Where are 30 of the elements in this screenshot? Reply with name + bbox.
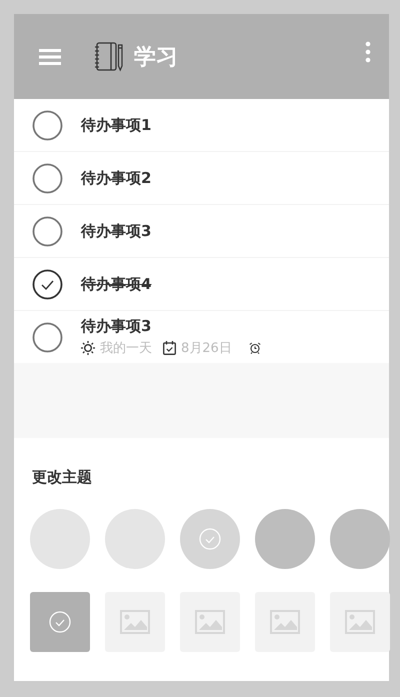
image-icon <box>270 610 300 634</box>
list-title: 学习 <box>134 44 178 72</box>
checkbox[interactable] <box>32 110 63 140</box>
calendar-icon <box>163 341 176 355</box>
task-title[interactable]: 待办事项3 <box>81 317 261 336</box>
image-icon <box>195 610 225 634</box>
task-title[interactable]: 待办事项1 <box>81 116 152 134</box>
background-option[interactable] <box>105 592 165 652</box>
checkbox[interactable] <box>32 162 63 194</box>
my-day-label: 我的一天 <box>100 340 152 357</box>
image-icon <box>120 610 150 634</box>
task-title[interactable]: 待办事项3 <box>81 222 152 240</box>
due-date: 8月26日 <box>181 340 232 357</box>
check-icon <box>49 611 71 633</box>
section-title: 更改主题 <box>32 468 93 487</box>
checkbox[interactable] <box>32 268 63 300</box>
checkbox[interactable] <box>32 322 63 352</box>
sun-icon <box>81 341 95 355</box>
task-title[interactable]: 待办事项4 <box>73 274 158 294</box>
checkbox[interactable] <box>32 216 63 246</box>
background-option[interactable] <box>330 592 390 652</box>
more-options-icon[interactable] <box>365 40 371 62</box>
menu-icon[interactable] <box>39 48 61 66</box>
background-option[interactable] <box>30 592 90 652</box>
background-option[interactable] <box>255 592 315 652</box>
check-icon <box>199 528 221 550</box>
task-title[interactable]: 待办事项2 <box>81 168 152 188</box>
background-option[interactable] <box>180 592 240 652</box>
image-icon <box>345 610 375 634</box>
notebook-pencil-icon <box>94 42 124 72</box>
